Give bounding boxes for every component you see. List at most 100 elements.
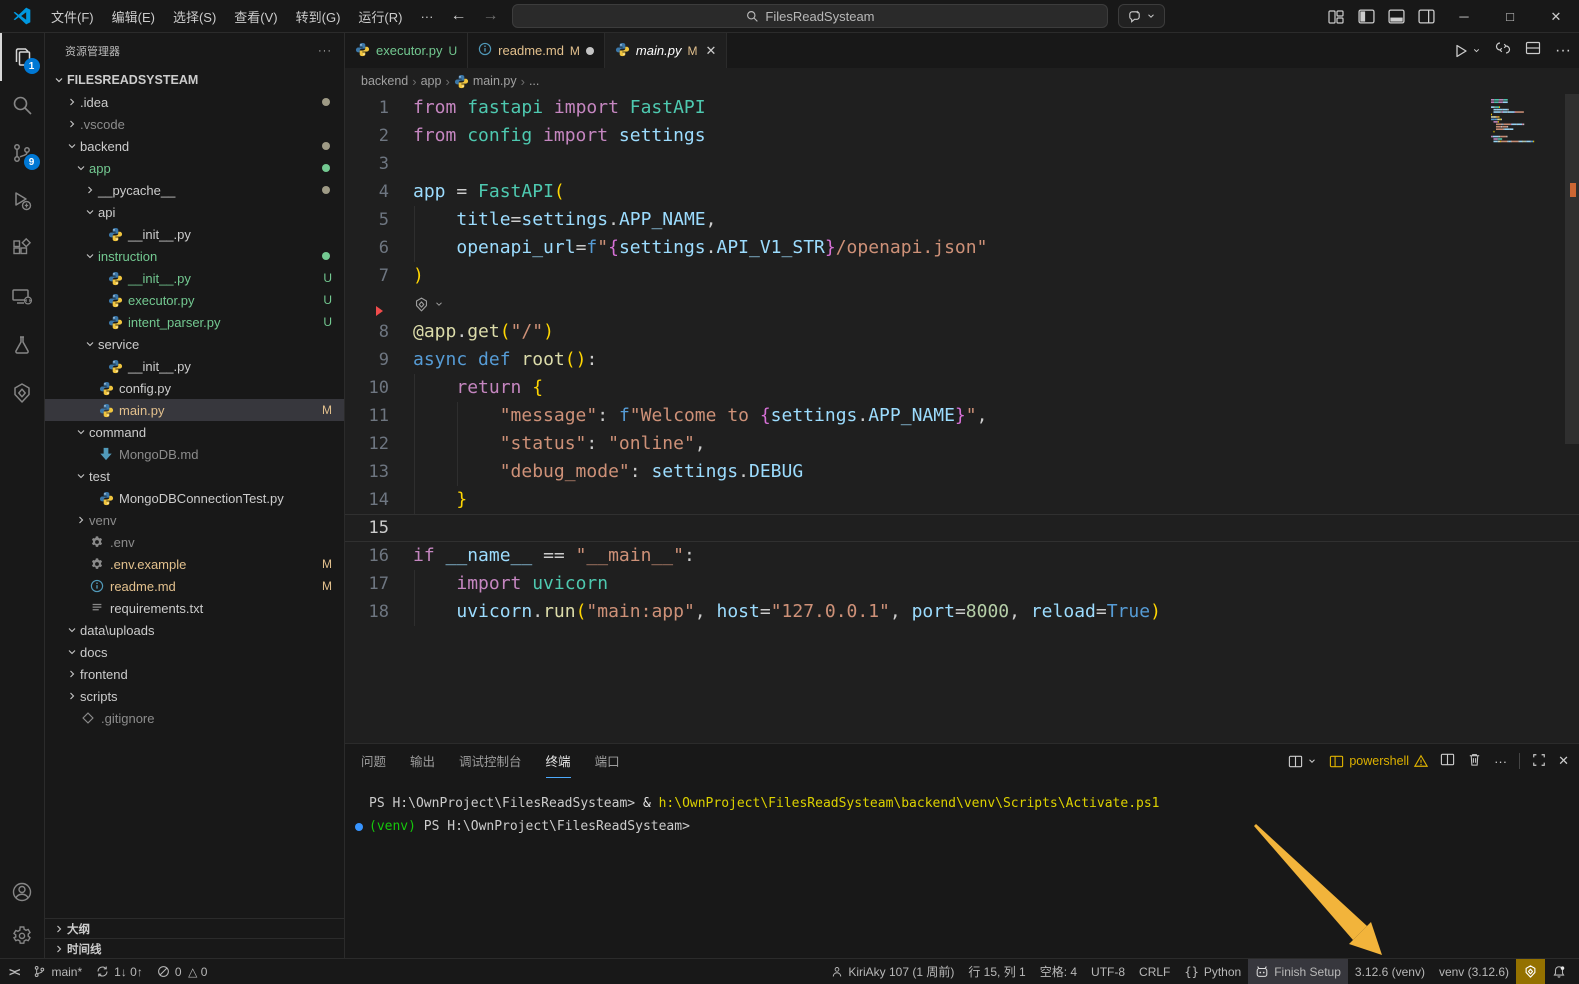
toggle-sidebar-icon[interactable] bbox=[1351, 0, 1381, 33]
status-cursor-position[interactable]: 行 15, 列 1 bbox=[961, 959, 1032, 984]
activity-search-icon[interactable] bbox=[0, 81, 45, 129]
close-panel-icon[interactable]: ✕ bbox=[1558, 753, 1569, 769]
status-finish-setup[interactable]: Finish Setup bbox=[1248, 959, 1348, 984]
code-line-1[interactable]: 1from fastapi import FastAPI bbox=[345, 94, 1579, 122]
status-remote[interactable]: >< bbox=[0, 959, 26, 984]
code-line-14[interactable]: 14 } bbox=[345, 486, 1579, 514]
tree-item-__init__.py[interactable]: __init__.pyU bbox=[45, 267, 344, 289]
open-changes-icon[interactable] bbox=[1495, 40, 1511, 61]
tree-item-main.py[interactable]: main.pyM bbox=[45, 399, 344, 421]
code-line-9[interactable]: 9async def root(): bbox=[345, 346, 1579, 374]
status-problems[interactable]: 0 △ 0 bbox=[150, 959, 215, 984]
code-line-13[interactable]: 13 "debug_mode": settings.DEBUG bbox=[345, 458, 1579, 486]
tree-item-command[interactable]: command bbox=[45, 421, 344, 443]
copilot-inline-icon[interactable] bbox=[413, 296, 444, 313]
tree-item-service[interactable]: service bbox=[45, 333, 344, 355]
code-line-16[interactable]: 16if __name__ == "__main__": bbox=[345, 542, 1579, 570]
breadcrumb-item[interactable]: app bbox=[421, 74, 442, 88]
tree-item-__pycache__[interactable]: __pycache__ bbox=[45, 179, 344, 201]
tree-item-instruction[interactable]: instruction bbox=[45, 245, 344, 267]
maximize-button[interactable]: □ bbox=[1487, 0, 1533, 33]
sidebar-section-timeline[interactable]: 时间线 bbox=[45, 938, 344, 958]
tree-item-scripts[interactable]: scripts bbox=[45, 685, 344, 707]
sidebar-more-actions-icon[interactable]: ··· bbox=[318, 45, 332, 57]
menu-[interactable]: ··· bbox=[411, 0, 442, 32]
code-line-15[interactable]: 15 bbox=[345, 514, 1579, 542]
minimap[interactable] bbox=[1491, 98, 1549, 146]
panel-tab-终端[interactable]: 终端 bbox=[546, 744, 571, 778]
tree-item-data-uploads[interactable]: data\uploads bbox=[45, 619, 344, 641]
code-line-6[interactable]: 6 openapi_url=f"{settings.API_V1_STR}/op… bbox=[345, 234, 1579, 262]
run-python-button[interactable] bbox=[1453, 43, 1481, 59]
menu-r[interactable]: 运行(R) bbox=[349, 0, 411, 32]
code-line-7[interactable]: 7) bbox=[345, 262, 1579, 290]
code-line-17[interactable]: 17 import uvicorn bbox=[345, 570, 1579, 598]
tree-item-__init__.py[interactable]: __init__.py bbox=[45, 223, 344, 245]
tree-item-test[interactable]: test bbox=[45, 465, 344, 487]
activity-explorer-icon[interactable]: 1 bbox=[0, 33, 45, 81]
breadcrumb-item[interactable]: ... bbox=[529, 74, 539, 88]
status-venv-version[interactable]: venv (3.12.6) bbox=[1432, 959, 1516, 984]
status-copilot-status[interactable] bbox=[1516, 959, 1545, 984]
terminal-instance-powershell[interactable]: powershell bbox=[1329, 754, 1428, 769]
tree-item-venv[interactable]: venv bbox=[45, 509, 344, 531]
tree-item-mongodbconnectiontest.py[interactable]: MongoDBConnectionTest.py bbox=[45, 487, 344, 509]
tree-item-intent_parser.py[interactable]: intent_parser.pyU bbox=[45, 311, 344, 333]
menu-f[interactable]: 文件(F) bbox=[42, 0, 103, 32]
status-notifications[interactable] bbox=[1545, 959, 1573, 984]
launch-profile-button[interactable] bbox=[1288, 754, 1317, 769]
menu-v[interactable]: 查看(V) bbox=[225, 0, 286, 32]
activity-source-control-icon[interactable]: 9 bbox=[0, 129, 45, 177]
tree-item-.vscode[interactable]: .vscode bbox=[45, 113, 344, 135]
terminal-output[interactable]: PS H:\OwnProject\FilesReadSysteam> & h:\… bbox=[345, 778, 1579, 838]
tree-item-mongodb.md[interactable]: MongoDB.md bbox=[45, 443, 344, 465]
nav-back-button[interactable]: ← bbox=[442, 7, 474, 25]
split-editor-icon[interactable] bbox=[1525, 40, 1541, 61]
command-decoration-dot[interactable] bbox=[355, 823, 363, 831]
tree-item-app[interactable]: app bbox=[45, 157, 344, 179]
kill-terminal-icon[interactable] bbox=[1467, 752, 1482, 770]
breadcrumb-item[interactable]: main.py bbox=[473, 74, 517, 88]
minimize-button[interactable]: ─ bbox=[1441, 0, 1487, 33]
menu-e[interactable]: 编辑(E) bbox=[103, 0, 164, 32]
menu-g[interactable]: 转到(G) bbox=[287, 0, 350, 32]
account-icon[interactable] bbox=[0, 870, 45, 914]
settings-gear-icon[interactable] bbox=[0, 914, 45, 958]
status-encoding[interactable]: UTF-8 bbox=[1084, 959, 1132, 984]
status-python-version[interactable]: 3.12.6 (venv) bbox=[1348, 959, 1432, 984]
tree-item-.env[interactable]: .env bbox=[45, 531, 344, 553]
panel-tab-调试控制台[interactable]: 调试控制台 bbox=[459, 744, 522, 778]
code-line-18[interactable]: 18 uvicorn.run("main:app", host="127.0.0… bbox=[345, 598, 1579, 626]
tree-item-__init__.py[interactable]: __init__.py bbox=[45, 355, 344, 377]
tree-item-executor.py[interactable]: executor.pyU bbox=[45, 289, 344, 311]
editor-more-actions-icon[interactable]: ··· bbox=[1555, 42, 1571, 60]
code-line-12[interactable]: 12 "status": "online", bbox=[345, 430, 1579, 458]
activity-remote-explorer-icon[interactable] bbox=[0, 273, 45, 321]
close-tab-icon[interactable]: ✕ bbox=[703, 43, 716, 59]
tree-item-.env.example[interactable]: .env.exampleM bbox=[45, 553, 344, 575]
tree-item-.idea[interactable]: .idea bbox=[45, 91, 344, 113]
sidebar-section-outline[interactable]: 大纲 bbox=[45, 918, 344, 938]
tree-item-.gitignore[interactable]: .gitignore bbox=[45, 707, 344, 729]
command-center-search[interactable]: FilesReadSysteam bbox=[512, 4, 1108, 28]
toggle-secondary-sidebar-icon[interactable] bbox=[1411, 0, 1441, 33]
tree-item-backend[interactable]: backend bbox=[45, 135, 344, 157]
panel-tab-问题[interactable]: 问题 bbox=[361, 744, 386, 778]
activity-copilot-icon[interactable] bbox=[0, 369, 45, 417]
status-git-sync[interactable]: 1↓ 0↑ bbox=[89, 959, 150, 984]
code-line-11[interactable]: 11 "message": f"Welcome to {settings.APP… bbox=[345, 402, 1579, 430]
tab-main[interactable]: main.pyM✕ bbox=[605, 33, 727, 68]
activity-extensions-icon[interactable] bbox=[0, 225, 45, 273]
status-author-info[interactable]: KiriAky 107 (1 周前) bbox=[824, 959, 961, 984]
dirty-indicator[interactable] bbox=[586, 47, 594, 55]
tree-item-readme.md[interactable]: readme.mdM bbox=[45, 575, 344, 597]
code-line-10[interactable]: 10 return { bbox=[345, 374, 1579, 402]
tree-item-requirements.txt[interactable]: requirements.txt bbox=[45, 597, 344, 619]
tab-readme[interactable]: readme.mdM bbox=[468, 33, 605, 68]
editor-scrollbar[interactable] bbox=[1565, 94, 1579, 743]
copilot-chat-button[interactable] bbox=[1118, 4, 1165, 28]
nav-forward-button[interactable]: → bbox=[474, 7, 506, 25]
breadcrumb-item[interactable]: backend bbox=[361, 74, 408, 88]
tree-item-config.py[interactable]: config.py bbox=[45, 377, 344, 399]
tree-item-docs[interactable]: docs bbox=[45, 641, 344, 663]
